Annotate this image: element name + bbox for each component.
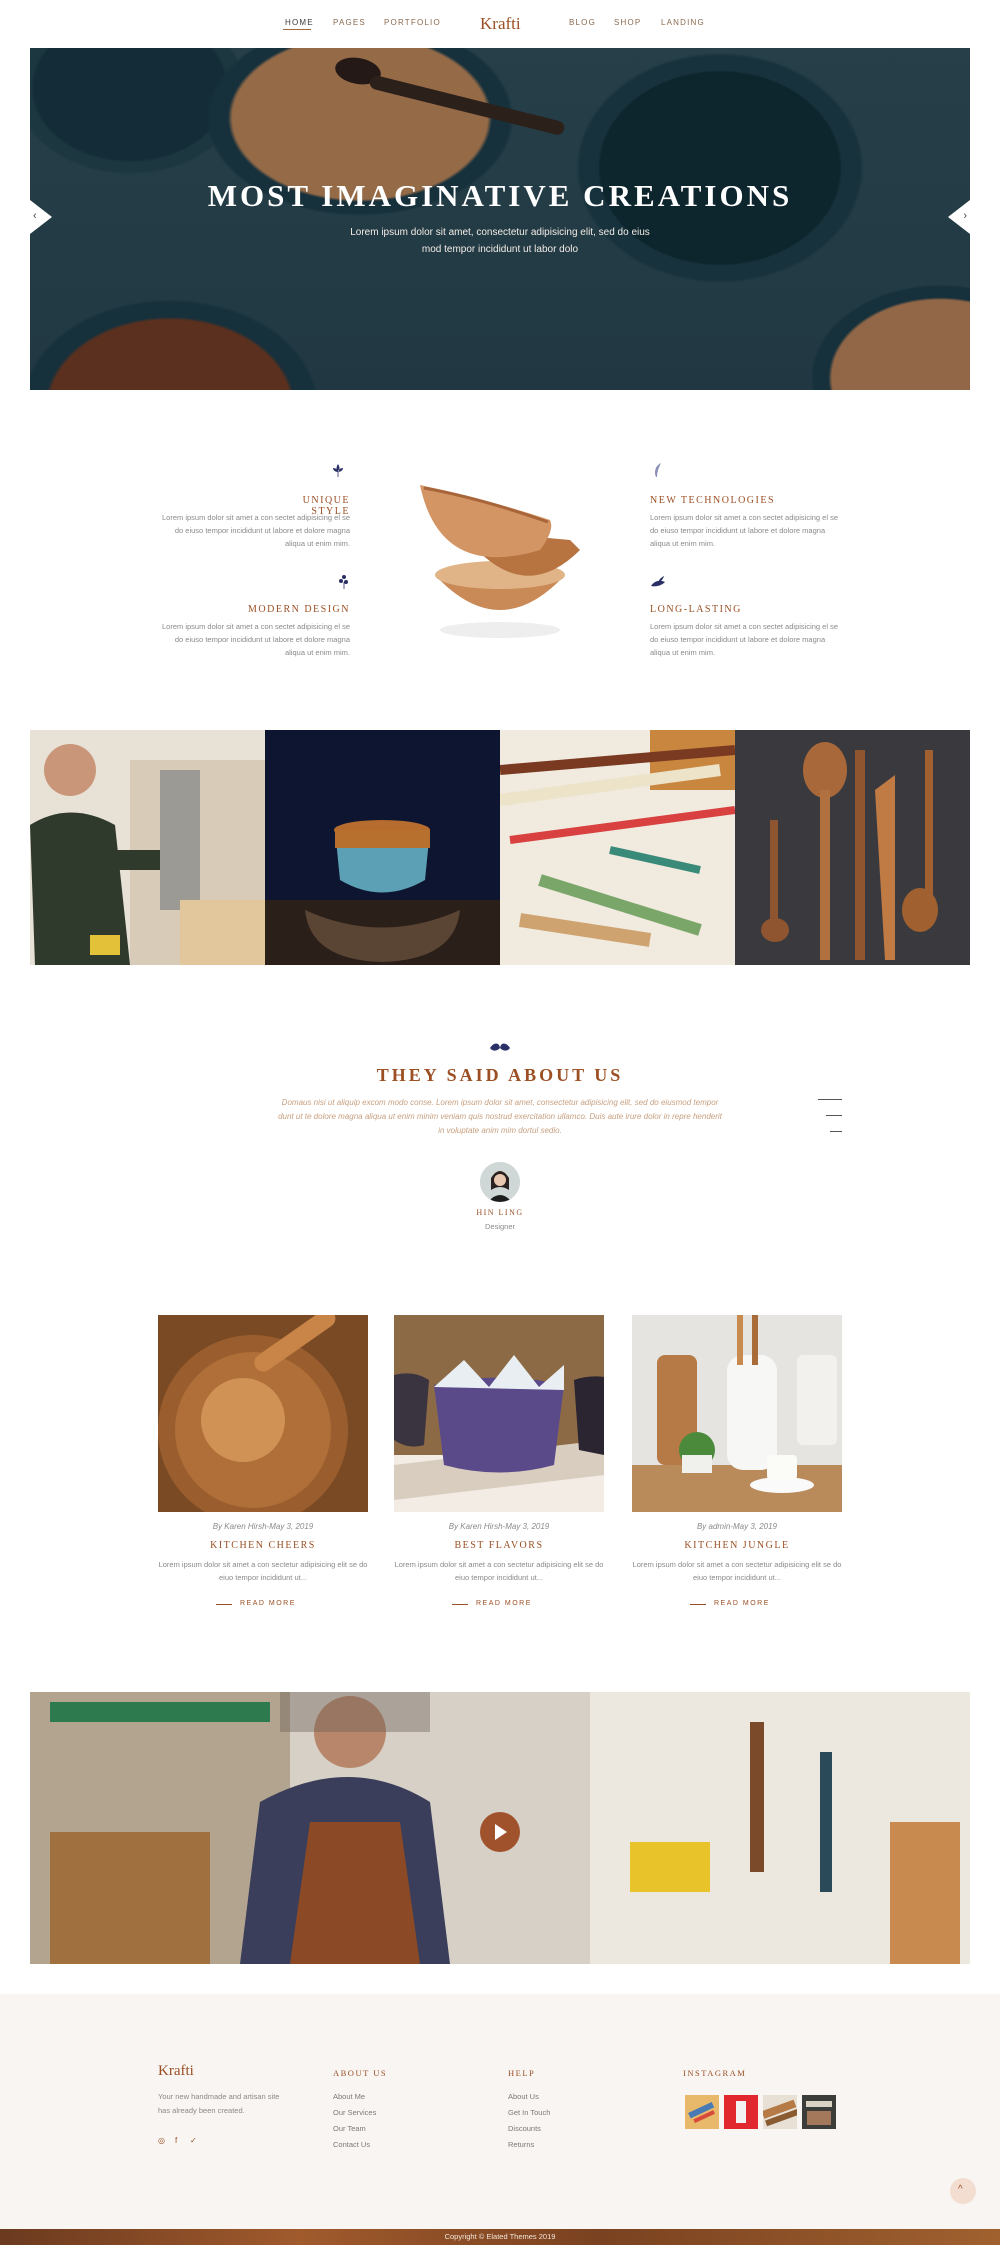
feature-title-long-lasting: LONG-LASTING [650, 604, 742, 615]
hero-title: MOST IMAGINATIVE CREATIONS [207, 178, 793, 213]
hero-subtitle-line-1: Lorem ipsum dolor sit amet, consectetur … [350, 227, 650, 238]
footer-about-title: ABOUT US [333, 2068, 388, 2078]
instagram-thumbnail[interactable] [763, 2095, 797, 2129]
site-logo[interactable]: Krafti [480, 14, 521, 34]
read-more-line [452, 1604, 468, 1605]
copyright-text: Copyright © Elated Themes 2019 [444, 2232, 556, 2241]
footer [0, 1994, 1000, 2229]
footer-link-returns[interactable]: Returns [508, 2140, 534, 2149]
post-image-best-flavors[interactable] [394, 1315, 604, 1512]
leaves-icon [490, 1043, 510, 1051]
post-meta: By Karen Hirsh-May 3, 2019 [448, 1522, 550, 1531]
instagram-thumbnail[interactable] [802, 2095, 836, 2129]
post-image-kitchen-jungle[interactable] [632, 1315, 842, 1512]
post-excerpt: Lorem ipsum dolor sit amet a con sectetu… [632, 1560, 842, 1582]
play-button[interactable] [480, 1812, 520, 1852]
footer-instagram-title: INSTAGRAM [683, 2068, 747, 2078]
post-title[interactable]: KITCHEN CHEERS [158, 1540, 368, 1551]
read-more-line [216, 1604, 232, 1605]
instagram-thumbnail[interactable] [685, 2095, 719, 2129]
avatar [480, 1162, 520, 1202]
hero-overlay [30, 48, 970, 390]
wooden-bowls-image [410, 470, 590, 650]
footer-link-about-me[interactable]: About Me [333, 2092, 365, 2101]
chevron-up-icon: ^ [958, 2184, 963, 2195]
post-title[interactable]: BEST FLAVORS [394, 1540, 604, 1551]
post-meta: By admin-May 3, 2019 [696, 1522, 778, 1531]
footer-link-get-in-touch[interactable]: Get In Touch [508, 2108, 550, 2117]
footer-description: Your new handmade and artisan site has a… [158, 2092, 280, 2115]
feather-icon [655, 463, 661, 477]
feature-text-modern-design: Lorem ipsum dolor sit amet a con sectet … [161, 622, 350, 657]
hero-subtitle-line-2: mod tempor incididunt ut labor dolo [421, 244, 579, 255]
feature-title-modern-design: MODERN DESIGN [248, 604, 350, 615]
gallery-image-wooden-spoons[interactable] [735, 730, 970, 965]
hero-subtitle: Lorem ipsum dolor sit amet, consectetur … [350, 224, 650, 258]
post-image-kitchen-cheers[interactable] [158, 1315, 368, 1512]
top-navigation: HOME PAGES PORTFOLIO Krafti BLOG SHOP LA… [0, 0, 1000, 48]
footer-link-contact-us[interactable]: Contact Us [333, 2140, 370, 2149]
flower-icon [339, 575, 348, 589]
testimonial-nav-dot-3[interactable] [830, 1131, 842, 1132]
play-icon [495, 1824, 507, 1840]
flower-icon [333, 464, 343, 477]
read-more-link[interactable]: READ MORE [240, 1600, 296, 1607]
nav-link-home[interactable]: HOME [285, 18, 314, 27]
hero-slider: MOST IMAGINATIVE CREATIONS Lorem ipsum d… [30, 48, 970, 390]
testimonial-nav-dot-2[interactable] [826, 1115, 842, 1116]
nav-link-landing[interactable]: LANDING [661, 18, 705, 27]
post-title[interactable]: KITCHEN JUNGLE [632, 1540, 842, 1551]
gallery-image-craftsman[interactable] [30, 730, 265, 965]
nav-link-pages[interactable]: PAGES [333, 18, 366, 27]
footer-link-our-team[interactable]: Our Team [333, 2124, 366, 2133]
gallery-image-blue-bowl[interactable] [265, 730, 500, 965]
post-excerpt: Lorem ipsum dolor sit amet a con sectetu… [158, 1560, 368, 1582]
testimonials-title: THEY SAID ABOUT US [376, 1065, 624, 1085]
feature-text-long-lasting: Lorem ipsum dolor sit amet a con sectet … [650, 622, 839, 657]
testimonial-author-role: Designer [484, 1222, 515, 1231]
post-meta: By Karen Hirsh-May 3, 2019 [212, 1522, 314, 1531]
testimonial-nav-dot-1[interactable] [818, 1099, 842, 1100]
footer-link-discounts[interactable]: Discounts [508, 2124, 541, 2133]
feature-title-new-technologies: NEW TECHNOLOGIES [650, 495, 776, 506]
instagram-icon[interactable]: ◎ [158, 2136, 165, 2145]
facebook-icon[interactable]: f [175, 2136, 177, 2145]
footer-link-our-services[interactable]: Our Services [333, 2108, 376, 2117]
feature-text-new-technologies: Lorem ipsum dolor sit amet a con sectet … [650, 513, 839, 548]
testimonial-quote: Domaus nisi ut aliquip excom modo conse.… [278, 1098, 722, 1135]
footer-help-title: HELP [508, 2068, 536, 2078]
feature-text-unique-style: Lorem ipsum dolor sit amet a con sectet … [161, 513, 350, 548]
leaves-icon [651, 576, 665, 587]
chevron-right-icon: › [963, 210, 967, 222]
footer-link-about-us[interactable]: About Us [508, 2092, 539, 2101]
nav-link-shop[interactable]: SHOP [614, 18, 641, 27]
footer-logo[interactable]: Krafti [158, 2063, 194, 2080]
read-more-link[interactable]: READ MORE [476, 1600, 532, 1607]
gallery-image-paintbrushes[interactable] [500, 730, 735, 965]
twitter-icon[interactable]: ✓ [190, 2136, 197, 2145]
chevron-left-icon: ‹ [33, 210, 37, 222]
testimonial-author-name: HIN LING [476, 1208, 524, 1217]
nav-active-indicator [283, 29, 311, 30]
instagram-thumbnail[interactable] [724, 2095, 758, 2129]
nav-link-portfolio[interactable]: PORTFOLIO [384, 18, 441, 27]
post-excerpt: Lorem ipsum dolor sit amet a con sectetu… [394, 1560, 604, 1582]
nav-link-blog[interactable]: BLOG [569, 18, 596, 27]
read-more-link[interactable]: READ MORE [714, 1600, 770, 1607]
read-more-line [690, 1604, 706, 1605]
back-to-top-button[interactable]: ^ [950, 2178, 976, 2204]
